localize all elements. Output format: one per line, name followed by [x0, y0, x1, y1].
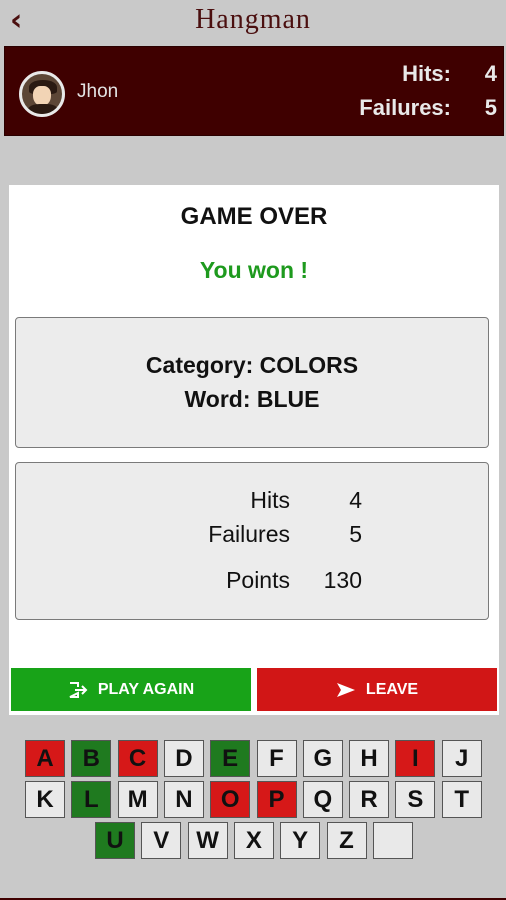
key-d[interactable]: D — [163, 740, 204, 777]
page-title: Hangman — [195, 4, 311, 35]
hits-label: Hits: — [402, 61, 451, 86]
key-l: L — [71, 781, 112, 818]
stat-label: Failures — [208, 521, 290, 547]
category-text: Category: COLORS — [145, 352, 359, 378]
key-e: E — [210, 740, 251, 777]
exit-door-icon — [68, 681, 88, 699]
failures-label: Failures: — [359, 95, 451, 120]
word-text: Word: BLUE — [184, 386, 320, 412]
play-again-button[interactable]: PLAY AGAIN — [11, 668, 251, 711]
key-x[interactable]: X — [233, 822, 274, 859]
key-h[interactable]: H — [349, 740, 390, 777]
leave-button[interactable]: LEAVE — [257, 668, 497, 711]
stat-value: 5 — [349, 521, 362, 547]
app-bar: ‹ Hangman — [0, 0, 506, 44]
key-i: I — [395, 740, 436, 777]
player-bar: Jhon Hits: 4 Failures: 5 — [4, 46, 504, 136]
key-g[interactable]: G — [302, 740, 343, 777]
failures-value: 5 — [484, 95, 497, 120]
key-b: B — [71, 740, 112, 777]
key-c: C — [117, 740, 158, 777]
stats-box: Hits 4 Failures 5 Points 130 — [15, 462, 489, 620]
send-icon — [336, 681, 356, 699]
key-o: O — [210, 781, 251, 818]
key-p: P — [256, 781, 297, 818]
key-r[interactable]: R — [349, 781, 390, 818]
player-name: Jhon — [77, 81, 119, 102]
stat-value: 4 — [349, 487, 362, 513]
key-a: A — [25, 740, 65, 777]
stat-label: Hits — [250, 487, 290, 513]
play-again-label: PLAY AGAIN — [97, 680, 195, 698]
dialog-title: GAME OVER — [180, 203, 328, 230]
key-w[interactable]: W — [187, 822, 228, 859]
result-message: You won ! — [199, 257, 309, 283]
leave-label: LEAVE — [365, 680, 419, 698]
key-u: U — [95, 822, 135, 859]
game-over-dialog: GAME OVER You won ! Category: COLORS Wor… — [9, 185, 499, 715]
key-f[interactable]: F — [256, 740, 297, 777]
key-k[interactable]: K — [25, 781, 65, 818]
key-z[interactable]: Z — [326, 822, 367, 859]
avatar — [19, 71, 65, 117]
word-info-box: Category: COLORS Word: BLUE — [15, 317, 489, 448]
key-j[interactable]: J — [441, 740, 482, 777]
key-v[interactable]: V — [141, 822, 182, 859]
key-m[interactable]: M — [117, 781, 158, 818]
key-y[interactable]: Y — [280, 822, 321, 859]
hits-value: 4 — [484, 61, 497, 86]
key-n[interactable]: N — [163, 781, 204, 818]
stat-value: 130 — [323, 567, 362, 593]
stat-label: Points — [226, 567, 290, 593]
key-t[interactable]: T — [441, 781, 482, 818]
key-s[interactable]: S — [395, 781, 436, 818]
key-blank — [372, 822, 413, 859]
key-q[interactable]: Q — [302, 781, 343, 818]
